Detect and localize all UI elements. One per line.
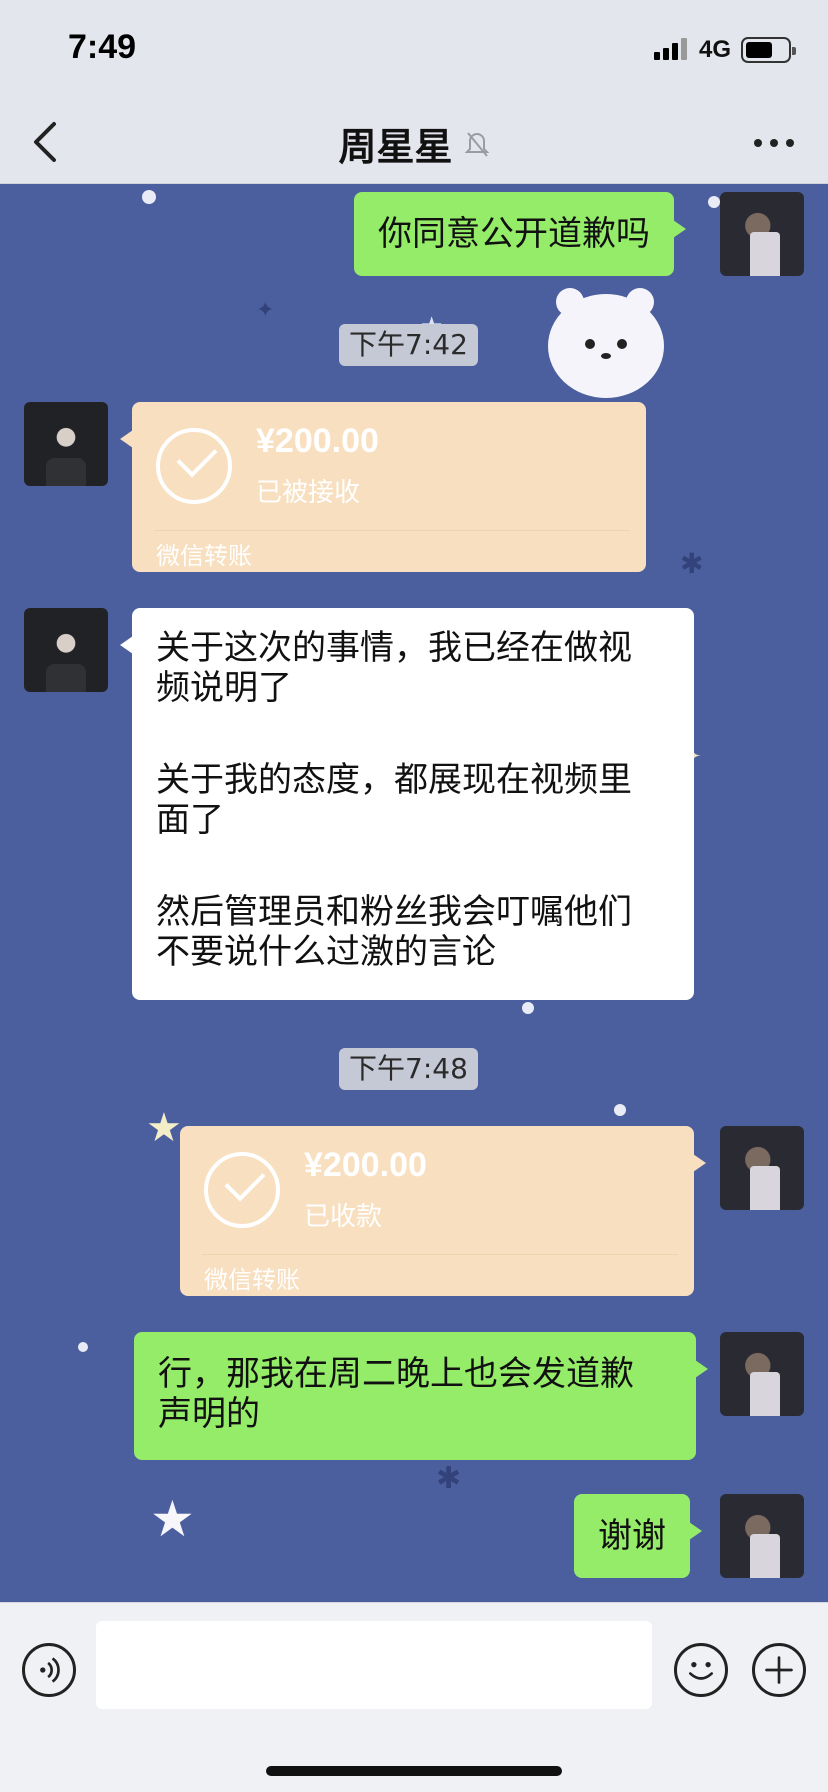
chat-title: 周星星 (338, 125, 453, 169)
message-text: 频说明了 (156, 668, 292, 708)
battery-icon (741, 37, 796, 63)
wallpaper-star: ★ (150, 1490, 195, 1548)
status-time: 7:49 (68, 28, 137, 66)
check-circle-icon (204, 1152, 280, 1228)
bell-slash-icon (464, 131, 489, 157)
sent-message-bubble[interactable]: 谢谢 (574, 1494, 702, 1578)
status-bar: 7:49 4G (0, 0, 828, 100)
wallpaper-star: ✱ (436, 1461, 462, 1496)
my-avatar[interactable] (720, 1332, 804, 1416)
message-text: 声明的 (158, 1394, 260, 1434)
transfer-status: 已被接收 (256, 478, 361, 508)
check-circle-icon (156, 428, 232, 504)
message-input[interactable] (96, 1621, 652, 1709)
transfer-status: 已收款 (304, 1202, 383, 1232)
message-text: 面了 (156, 800, 224, 840)
my-avatar[interactable] (720, 1494, 804, 1578)
bear-decoration (548, 288, 664, 398)
message-text: 你同意公开道歉吗 (378, 214, 650, 254)
message-text: 行，那我在周二晚上也会发道歉 (158, 1354, 634, 1394)
message-text: 谢谢 (598, 1516, 666, 1556)
transfer-card[interactable]: ¥200.00 已被接收 微信转账 (120, 402, 646, 572)
message-text: 关于这次的事情，我已经在做视 (156, 628, 632, 668)
wallpaper-star: ✱ (680, 547, 704, 580)
ellipsis-icon[interactable] (752, 122, 796, 162)
transfer-card[interactable]: ¥200.00 已收款 微信转账 (180, 1126, 706, 1296)
transfer-amount: ¥200.00 (256, 422, 379, 460)
chat-area[interactable]: ★ ★ ★ ✦ ✦ ✱ ✱ 你同意公开道歉吗 下午7:42 ¥200.00 已被… (0, 184, 828, 1602)
home-indicator[interactable] (266, 1766, 562, 1776)
transfer-divider (154, 530, 630, 531)
message-input-bar (0, 1602, 828, 1792)
wallpaper-dot (78, 1342, 88, 1352)
sent-message-bubble[interactable]: 行，那我在周二晚上也会发道歉 声明的 (134, 1332, 708, 1460)
contact-avatar[interactable] (24, 608, 108, 692)
plus-icon[interactable] (752, 1643, 806, 1697)
my-avatar[interactable] (720, 1126, 804, 1210)
received-message-bubble[interactable]: 关于这次的事情，我已经在做视 频说明了 关于我的态度，都展现在视频里 面了 然后… (120, 608, 694, 1000)
voice-icon[interactable] (22, 1643, 76, 1697)
message-timestamp: 下午7:48 (339, 1048, 478, 1090)
message-text: 然后管理员和粉丝我会叮嘱他们 (156, 892, 632, 932)
emoji-icon[interactable] (674, 1643, 728, 1697)
wallpaper-star: ★ (146, 1105, 182, 1151)
transfer-divider (202, 1254, 678, 1255)
network-type: 4G (699, 36, 732, 63)
wallpaper-dot (142, 190, 156, 204)
chat-title-area: 周星星 (0, 116, 828, 171)
message-text: 不要说什么过激的言论 (156, 932, 496, 972)
transfer-label: 微信转账 (156, 542, 252, 570)
wallpaper-dot (522, 1002, 534, 1014)
transfer-label: 微信转账 (204, 1266, 300, 1294)
message-timestamp: 下午7:42 (339, 324, 478, 366)
wallpaper-dot (708, 196, 720, 208)
signal-icon (654, 38, 690, 60)
my-avatar[interactable] (720, 192, 804, 276)
wallpaper-star: ✦ (256, 298, 275, 323)
contact-avatar[interactable] (24, 402, 108, 486)
message-text: 关于我的态度，都展现在视频里 (156, 760, 632, 800)
chat-header: 周星星 (0, 100, 828, 184)
transfer-amount: ¥200.00 (304, 1146, 427, 1184)
wallpaper-dot (614, 1104, 626, 1116)
sent-message-bubble[interactable]: 你同意公开道歉吗 (354, 192, 686, 276)
